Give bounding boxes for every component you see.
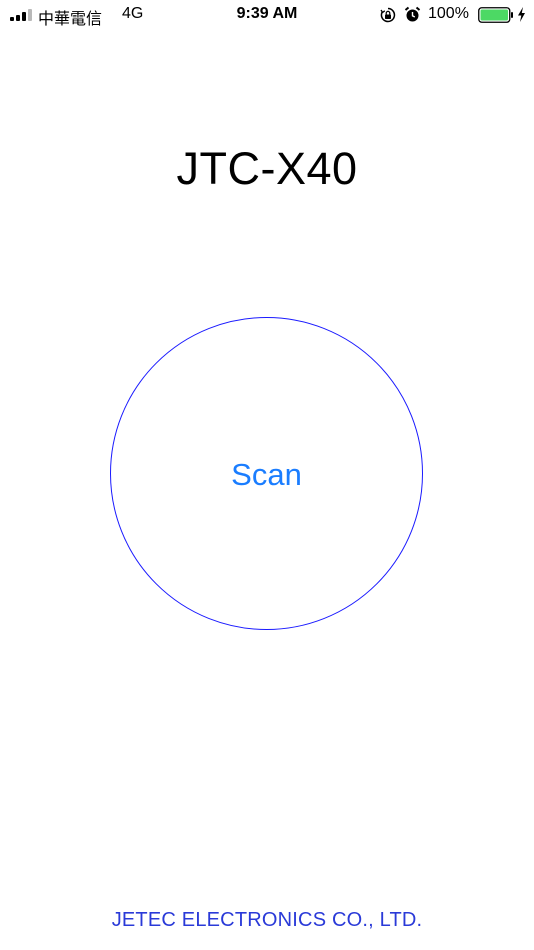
scan-button-label: Scan [231, 456, 302, 492]
battery-percent: 100% [428, 5, 469, 22]
company-name: JETEC ELECTRONICS CO., LTD. [111, 909, 423, 931]
status-bar: 中華電信 4G 9:39 AM 100% [0, 0, 534, 30]
alarm-icon [404, 6, 421, 22]
scan-button[interactable]: Scan [110, 317, 423, 630]
network-type: 4G [122, 5, 144, 22]
orientation-lock-icon [380, 7, 396, 23]
page-title: JTC-X40 [176, 143, 358, 194]
charging-icon [518, 7, 525, 22]
signal-icon [10, 9, 32, 21]
battery-icon [478, 7, 513, 23]
carrier-name: 中華電信 [38, 9, 103, 28]
